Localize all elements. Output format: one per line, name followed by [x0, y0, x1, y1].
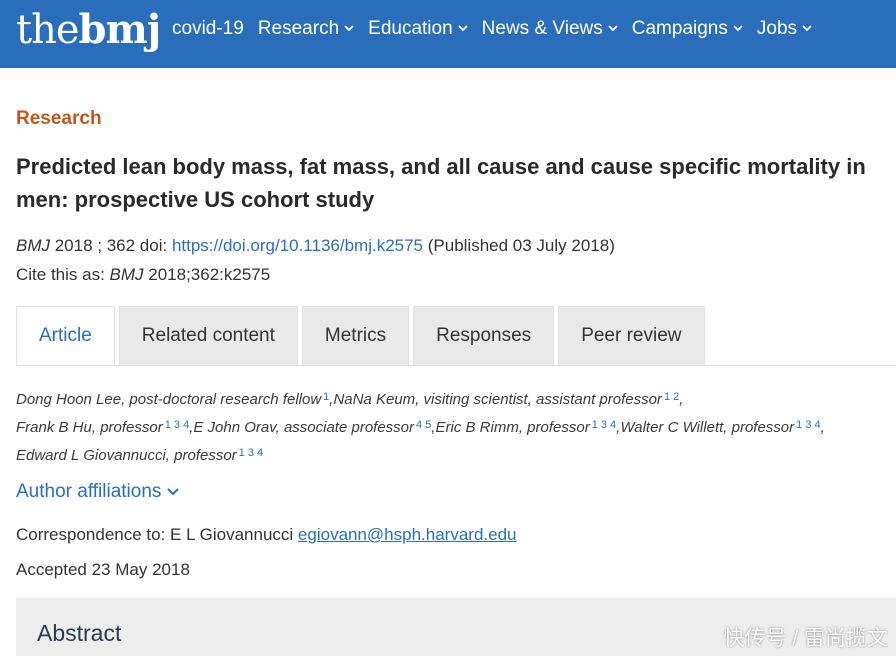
title-line-2: men: prospective US cohort study	[16, 187, 375, 212]
cite-this-as: Cite this as: BMJ 2018;362:k2575	[16, 265, 270, 285]
affiliation-ref[interactable]: 1 3 4	[165, 419, 189, 431]
article-title: Predicted lean body mass, fat mass, and …	[16, 150, 896, 216]
author-name[interactable]: Dong Hoon Lee, post-doctoral research fe…	[16, 391, 321, 408]
affiliation-ref[interactable]: 4 5	[416, 419, 431, 431]
section-label[interactable]: Research	[16, 108, 102, 130]
chevron-down-icon	[608, 23, 618, 35]
chevron-down-icon	[802, 23, 812, 35]
tab-metrics[interactable]: Metrics	[301, 306, 410, 366]
nav-item-campaigns[interactable]: Campaigns	[632, 18, 743, 40]
nav-label: News & Views	[481, 18, 603, 39]
author-affiliations-toggle[interactable]: Author affiliations	[16, 481, 179, 503]
affiliations-label: Author affiliations	[16, 481, 162, 502]
author-name[interactable]: Edward L Giovannucci, professor	[16, 447, 237, 464]
year-volume: 2018 ; 362 doi:	[50, 236, 172, 255]
correspondence-email-link[interactable]: egiovann@hsph.harvard.edu	[298, 525, 517, 544]
citation-meta: BMJ 2018 ; 362 doi: https://doi.org/10.1…	[16, 236, 615, 256]
abstract-heading: Abstract	[37, 620, 122, 646]
nav-item-research[interactable]: Research	[258, 18, 354, 40]
cite-ref: 2018;362:k2575	[143, 265, 271, 284]
nav-label: Education	[368, 18, 453, 39]
title-line-1: Predicted lean body mass, fat mass, and …	[16, 154, 866, 179]
published-date: (Published 03 July 2018)	[423, 236, 615, 255]
author-name[interactable]: Walter C Willett, professor	[620, 419, 794, 436]
logo-bmj: bmj	[78, 6, 162, 53]
chevron-down-icon	[458, 23, 468, 35]
affiliation-ref[interactable]: 1 3 4	[796, 419, 820, 431]
journal-name: BMJ	[16, 236, 50, 255]
nav-item-news-views[interactable]: News & Views	[482, 18, 618, 40]
affiliation-ref[interactable]: 1 2	[664, 391, 679, 403]
nav-label: Jobs	[756, 18, 798, 39]
cite-prefix: Cite this as:	[16, 265, 110, 284]
chevron-down-icon	[733, 23, 743, 35]
nav-label: covid-19	[172, 18, 244, 39]
cite-journal: BMJ	[109, 265, 144, 284]
correspondence: Correspondence to: E L Giovannucci egiov…	[16, 525, 517, 545]
nav-item-jobs[interactable]: Jobs	[757, 18, 812, 40]
tab-responses[interactable]: Responses	[413, 306, 555, 366]
nav-item-education[interactable]: Education	[368, 18, 468, 40]
correspondence-prefix: Correspondence to: E L Giovannucci	[16, 525, 298, 544]
tab-article[interactable]: Article	[16, 306, 115, 366]
chevron-down-icon	[344, 23, 354, 35]
nav-label: Campaigns	[631, 18, 728, 39]
author-name[interactable]: Frank B Hu, professor	[16, 419, 163, 436]
bmj-logo[interactable]: thebmj	[16, 6, 162, 53]
main-nav: covid-19 Research Education News & Views Cam…	[172, 18, 826, 40]
affiliation-ref[interactable]: 1 3 4	[239, 447, 263, 459]
author-list: Dong Hoon Lee, post-doctoral research fe…	[16, 391, 825, 464]
top-navigation-bar: thebmj covid-19 Research Education News & V…	[0, 0, 896, 68]
tab-related-content[interactable]: Related content	[118, 306, 298, 366]
nav-label: Research	[257, 18, 340, 39]
accepted-date: Accepted 23 May 2018	[16, 560, 190, 579]
author-name[interactable]: Eric B Rimm, professor	[436, 419, 590, 436]
tab-divider	[16, 365, 896, 366]
chevron-down-icon	[166, 481, 179, 502]
doi-link[interactable]: https://doi.org/10.1136/bmj.k2575	[172, 236, 423, 255]
affiliation-ref[interactable]: 1 3 4	[592, 419, 616, 431]
nav-item-covid-19[interactable]: covid-19	[172, 18, 244, 40]
tab-peer-review[interactable]: Peer review	[558, 306, 705, 366]
logo-the: the	[16, 7, 80, 53]
affiliation-ref[interactable]: 1	[323, 391, 329, 403]
author-name[interactable]: E John Orav, associate professor	[193, 419, 414, 436]
article-tabs: Article Related content Metrics Responses Pe…	[16, 306, 709, 366]
watermark: 快传号 / 雷尚揽文	[723, 627, 888, 650]
author-name[interactable]: NaNa Keum, visiting scientist, assistant…	[333, 391, 661, 408]
